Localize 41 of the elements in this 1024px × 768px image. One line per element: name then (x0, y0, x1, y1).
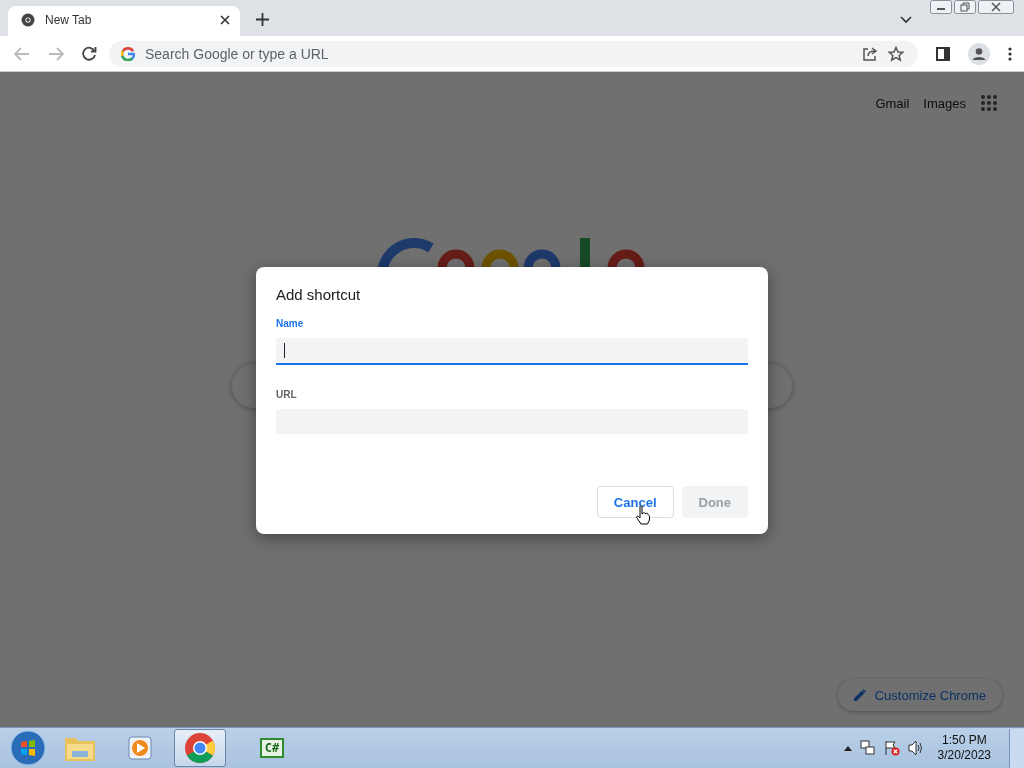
field-label: Name (276, 318, 305, 329)
tab-title: New Tab (45, 13, 93, 27)
header-link[interactable]: Gmail (875, 95, 910, 111)
close-icon[interactable] (220, 15, 230, 25)
taskbar-chrome-button[interactable] (174, 729, 226, 767)
clock-time: 1:50 PM (941, 733, 987, 748)
header-link[interactable]: Images (923, 95, 966, 111)
more-menu-icon[interactable] (1008, 46, 1012, 61)
address-input[interactable]: Search Google or type a URL (145, 45, 445, 62)
share-icon[interactable] (862, 45, 878, 62)
new-tab-icon[interactable] (256, 13, 269, 26)
chevron-down-icon[interactable] (900, 16, 912, 24)
apps-grid-icon[interactable] (980, 94, 998, 112)
field-label: URL (276, 389, 298, 400)
clock-date: 3/20/2023 (937, 748, 991, 763)
show-hidden-icons-icon[interactable] (843, 745, 852, 751)
side-panel-icon[interactable] (936, 46, 950, 61)
reload-icon[interactable] (82, 46, 97, 61)
address-bar[interactable]: Search Google or type a URL (109, 40, 918, 67)
profile-icon[interactable] (968, 42, 990, 65)
clock[interactable]: 1:50 PM 3/20/2023 (937, 733, 991, 763)
pencil-icon (853, 689, 866, 701)
play-icon (127, 735, 153, 761)
customize-chrome-button[interactable]: Customize Chrome (837, 679, 1002, 711)
close-icon[interactable] (978, 0, 1014, 14)
speaker-icon[interactable] (907, 740, 924, 756)
minimize-icon[interactable] (930, 0, 952, 14)
cancel-button[interactable]: Cancel (596, 486, 674, 518)
chrome-icon (21, 13, 35, 27)
hand-cursor-icon (636, 505, 650, 525)
network-icon[interactable] (859, 740, 876, 756)
start-button-icon[interactable] (10, 730, 46, 766)
flag-error-icon[interactable] (883, 740, 900, 756)
chrome-icon (184, 732, 216, 764)
star-icon[interactable] (888, 45, 904, 62)
browser-tab[interactable]: New Tab (8, 6, 240, 36)
google-g-icon (121, 46, 135, 61)
taskbar-csharp-button[interactable]: C# (246, 729, 298, 767)
restore-icon[interactable] (954, 0, 976, 14)
csharp-app-label: C# (259, 738, 285, 758)
dialog-title: Add shortcut (276, 286, 362, 303)
